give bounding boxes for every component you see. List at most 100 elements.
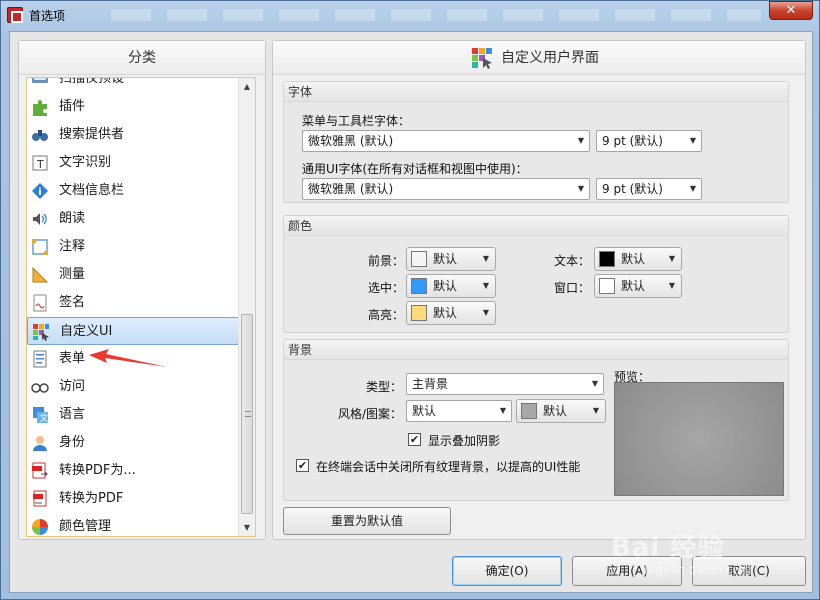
disable-texture-label[interactable]: 在终端会话中关闭所有纹理背景，以提高的UI性能 (316, 458, 580, 475)
grip-icon (245, 411, 251, 417)
category-item-label: 颜色管理 (59, 519, 112, 534)
category-item-label: 身份 (59, 435, 86, 450)
customize-ui-panel: 自定义用户界面 字体 菜单与工具栏字体： 微软雅黑 (默认) ▼ 9 pt (默认… (272, 40, 806, 540)
scanner-icon (32, 78, 48, 83)
style-value: 默认 (412, 404, 437, 418)
category-item[interactable]: i 文档信息栏 (27, 177, 247, 205)
glasses-icon (31, 383, 49, 393)
text-color-button[interactable]: 默认 ▼ (594, 247, 682, 271)
highlight-swatch (411, 305, 427, 321)
comment-icon (32, 239, 48, 255)
category-item[interactable]: 签名 (27, 289, 247, 317)
menu-toolbar-font-label: 菜单与工具栏字体： (302, 114, 411, 128)
selection-label: 选中： (368, 281, 405, 295)
speaker-icon (33, 213, 47, 225)
category-item[interactable]: 注释 (27, 233, 247, 261)
foreground-color-button[interactable]: 默认 ▼ (406, 247, 496, 271)
binoculars-icon (32, 130, 48, 141)
category-list[interactable]: 扫描仪预设插件 搜索提供者 T 文字识别 i 文档信息栏朗读注释测量 签名自定义UI 表单访问… (26, 77, 256, 537)
category-item[interactable]: 转换PDF为... (27, 457, 247, 485)
category-item-label: 表单 (59, 351, 86, 366)
category-item[interactable]: T 文字识别 (27, 149, 247, 177)
category-item[interactable]: 身份 (27, 429, 247, 457)
category-item[interactable]: 访问 (27, 373, 247, 401)
text-swatch (599, 251, 615, 267)
ui-size-value: 9 pt (默认) (602, 182, 663, 196)
scroll-up-icon[interactable]: ▲ (239, 78, 255, 95)
category-item[interactable]: 插件 (27, 93, 247, 121)
svg-text:T: T (36, 158, 44, 171)
font-group: 字体 菜单与工具栏字体： 微软雅黑 (默认) ▼ 9 pt (默认) ▼ 通用UI字… (283, 81, 789, 203)
menu-font-select[interactable]: 微软雅黑 (默认) ▼ (302, 130, 590, 152)
form-icon (33, 350, 47, 368)
category-item-label: 转换为PDF (59, 491, 124, 506)
highlight-label: 高亮： (368, 308, 405, 322)
pdf-convert-icon (32, 462, 49, 479)
category-item[interactable]: 自定义UI (27, 317, 247, 345)
category-header: 分类 (19, 41, 265, 75)
scroll-down-icon[interactable]: ▼ (239, 519, 255, 536)
ui-font-label: 通用UI字体(在所有对话框和视图中使用)： (302, 162, 528, 176)
foreground-swatch (411, 251, 427, 267)
watermark: Bai 经验 (611, 533, 725, 563)
chevron-down-icon: ▼ (591, 379, 598, 388)
disable-texture-checkbox[interactable]: ✔ (296, 459, 309, 472)
color-group: 颜色 前景： 默认 ▼ 选中： 默认 ▼ 高亮： 默认 ▼ 文本： 默认 ▼ 窗口： (283, 215, 789, 333)
category-item-label: 扫描仪预设 (59, 77, 125, 86)
category-scrollbar[interactable]: ▲ ▼ (238, 78, 255, 536)
close-button[interactable]: ✕ (769, 1, 813, 20)
category-item[interactable]: 测量 (27, 261, 247, 289)
category-list-items: 扫描仪预设插件 搜索提供者 T 文字识别 i 文档信息栏朗读注释测量 签名自定义UI 表单访问… (27, 77, 247, 536)
ocr-icon: T (32, 155, 48, 171)
ui-font-size-select[interactable]: 9 pt (默认) ▼ (596, 178, 702, 200)
drop-shadow-label[interactable]: 显示叠加阴影 (428, 432, 500, 449)
font-group-title: 字体 (284, 82, 788, 102)
category-item[interactable]: 颜色管理 (27, 513, 247, 536)
background-group-title: 背景 (284, 340, 788, 360)
chevron-down-icon: ▼ (499, 406, 506, 415)
ok-button[interactable]: 确定(O) (452, 556, 562, 586)
category-item-label: 朗读 (59, 211, 86, 226)
category-item[interactable]: 搜索提供者 (27, 121, 247, 149)
category-item[interactable]: 转换为PDF (27, 485, 247, 513)
category-item[interactable]: 朗读 (27, 205, 247, 233)
info-icon: i (32, 183, 48, 199)
style-pattern-label: 风格/图案： (338, 407, 403, 421)
category-item[interactable]: 文语言 (27, 401, 247, 429)
category-item-label: 注释 (59, 239, 86, 254)
svg-text:i: i (38, 187, 41, 198)
category-item-label: 文字识别 (59, 155, 112, 170)
foreground-label: 前景： (368, 254, 405, 268)
reset-defaults-button[interactable]: 重置为默认值 (283, 507, 451, 535)
type-value: 主背景 (412, 377, 449, 391)
category-item-label: 自定义UI (60, 324, 113, 339)
background-type-select[interactable]: 主背景 ▼ (406, 373, 604, 395)
selection-color-button[interactable]: 默认 ▼ (406, 274, 496, 298)
window-color-button[interactable]: 默认 ▼ (594, 274, 682, 298)
user-icon (33, 436, 47, 451)
scroll-thumb[interactable] (241, 314, 253, 514)
ui-font-select[interactable]: 微软雅黑 (默认) ▼ (302, 178, 590, 200)
category-item-label: 语言 (59, 407, 86, 422)
chevron-down-icon: ▼ (577, 184, 584, 193)
category-item[interactable]: 扫描仪预设 (27, 77, 247, 93)
customize-ui-title: 自定义用户界面 (501, 50, 599, 66)
ruler-icon (32, 266, 49, 283)
drop-shadow-checkbox[interactable]: ✔ (408, 433, 421, 446)
title-bar[interactable]: 首选项 ✕ (1, 1, 819, 29)
background-swatch-button[interactable]: 默认 ▼ (516, 399, 606, 423)
menu-font-size-select[interactable]: 9 pt (默认) ▼ (596, 130, 702, 152)
background-group: 背景 类型： 主背景 ▼ 风格/图案： 默认 ▼ 默认 ▼ 预览： ✔ 显示叠加阴影 … (283, 339, 789, 501)
menu-font-value: 微软雅黑 (默认) (308, 134, 394, 148)
checkmark-icon: ✔ (409, 433, 420, 446)
svg-text:文: 文 (40, 412, 49, 424)
customize-ui-header: 自定义用户界面 (273, 41, 805, 75)
style-pattern-select[interactable]: 默认 ▼ (406, 400, 512, 422)
chevron-down-icon: ▼ (482, 281, 489, 290)
color-wheel-icon (32, 519, 48, 535)
background-preview (614, 382, 784, 496)
ui-font-value: 微软雅黑 (默认) (308, 182, 394, 196)
window-swatch (599, 278, 615, 294)
chevron-down-icon: ▼ (668, 254, 675, 263)
highlight-color-button[interactable]: 默认 ▼ (406, 301, 496, 325)
